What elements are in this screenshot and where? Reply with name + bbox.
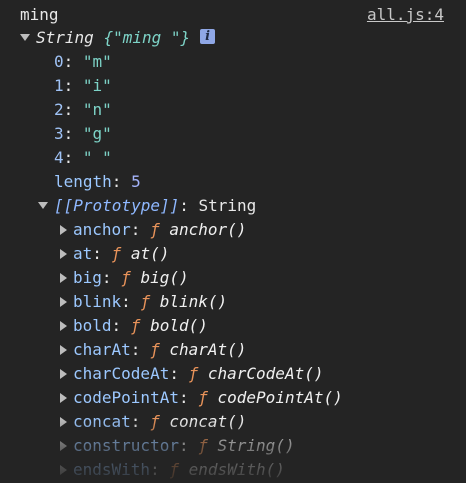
collapse-triangle-icon[interactable] [60,320,67,331]
method-name: charCodeAt() [207,364,324,383]
method-key: blink [73,292,122,311]
function-symbol: ƒ [198,436,208,455]
method-key: big [73,268,102,287]
log-message: ming [20,5,59,24]
function-symbol: ƒ [121,268,131,287]
method-row[interactable]: endsWith: ƒ endsWith() [60,458,285,482]
function-symbol: ƒ [188,364,199,383]
object-type: String [36,28,94,47]
length-key: length [54,172,112,191]
collapse-triangle-icon[interactable] [60,248,67,259]
collapse-triangle-icon[interactable] [60,368,67,379]
function-symbol: ƒ [130,316,141,335]
method-key: at [73,244,93,263]
function-symbol: ƒ [198,388,208,407]
collapse-triangle-icon[interactable] [60,416,67,427]
entry-row: 1: "i" [54,76,112,95]
collapse-triangle-icon[interactable] [60,392,67,403]
expand-triangle-icon[interactable] [38,202,48,209]
function-symbol: ƒ [140,292,151,311]
method-key: anchor [73,220,131,239]
method-row[interactable]: blink: ƒ blink() [60,290,227,314]
entry-key: 0 [54,52,64,71]
method-row[interactable]: charCodeAt: ƒ charCodeAt() [60,362,323,386]
method-key: concat [73,412,131,431]
entry-value: " " [82,148,112,167]
entry-row: 2: "n" [54,100,112,119]
method-name: big() [140,268,189,287]
object-header[interactable]: String {"ming "} i [20,26,216,50]
collapse-triangle-icon[interactable] [60,224,67,235]
collapse-triangle-icon[interactable] [60,296,67,307]
entry-row: 0: "m" [54,52,112,71]
function-symbol: ƒ [111,244,122,263]
method-key: constructor [73,436,179,455]
method-row[interactable]: big: ƒ big() [60,266,189,290]
entry-value: "m" [82,52,112,71]
entry-key: 1 [54,76,64,95]
collapse-triangle-icon[interactable] [60,272,67,283]
method-name: blink() [159,292,228,311]
prototype-row[interactable]: [[Prototype]]: String [38,194,256,218]
function-symbol: ƒ [169,460,179,479]
collapse-triangle-icon[interactable] [60,440,67,451]
length-row: length: 5 [54,172,141,191]
method-row[interactable]: constructor: ƒ String() [60,434,295,458]
collapse-triangle-icon[interactable] [60,344,67,355]
method-name: charAt() [169,340,247,359]
method-name: String() [217,436,295,455]
method-key: charAt [73,340,131,359]
prototype-value: String [198,196,257,215]
entry-row: 3: "g" [54,124,112,143]
method-row[interactable]: at: ƒ at() [60,242,169,266]
entry-key: 3 [54,124,64,143]
function-symbol: ƒ [150,340,160,359]
method-name: endsWith() [188,460,285,479]
method-key: codePointAt [73,388,179,407]
method-row[interactable]: codePointAt: ƒ codePointAt() [60,386,343,410]
method-key: bold [73,316,112,335]
method-name: bold() [150,316,208,335]
entry-key: 4 [54,148,64,167]
method-row[interactable]: charAt: ƒ charAt() [60,338,246,362]
method-name: anchor() [169,220,247,239]
method-name: concat() [169,412,247,431]
entry-value: "g" [82,124,112,143]
expand-triangle-icon[interactable] [20,34,30,41]
entry-key: 2 [54,100,64,119]
entry-row: 4: " " [54,148,112,167]
prototype-label: [[Prototype]] [54,196,180,215]
console-panel: ming all.js:4 String {"ming "} i 0: "m" 1… [0,0,466,483]
length-value: 5 [131,172,141,191]
method-key: charCodeAt [73,364,170,383]
info-icon[interactable]: i [200,29,216,44]
function-symbol: ƒ [150,412,160,431]
method-row[interactable]: anchor: ƒ anchor() [60,218,246,242]
function-symbol: ƒ [150,220,160,239]
entry-value: "n" [82,100,112,119]
collapse-triangle-icon[interactable] [60,464,67,475]
source-link[interactable]: all.js:4 [367,3,444,27]
method-row[interactable]: bold: ƒ bold() [60,314,208,338]
object-preview: {"ming "} [103,28,191,47]
entry-value: "i" [82,76,112,95]
method-key: endsWith [73,460,151,479]
method-name: at() [130,244,170,263]
method-row[interactable]: concat: ƒ concat() [60,410,246,434]
method-name: codePointAt() [217,388,343,407]
